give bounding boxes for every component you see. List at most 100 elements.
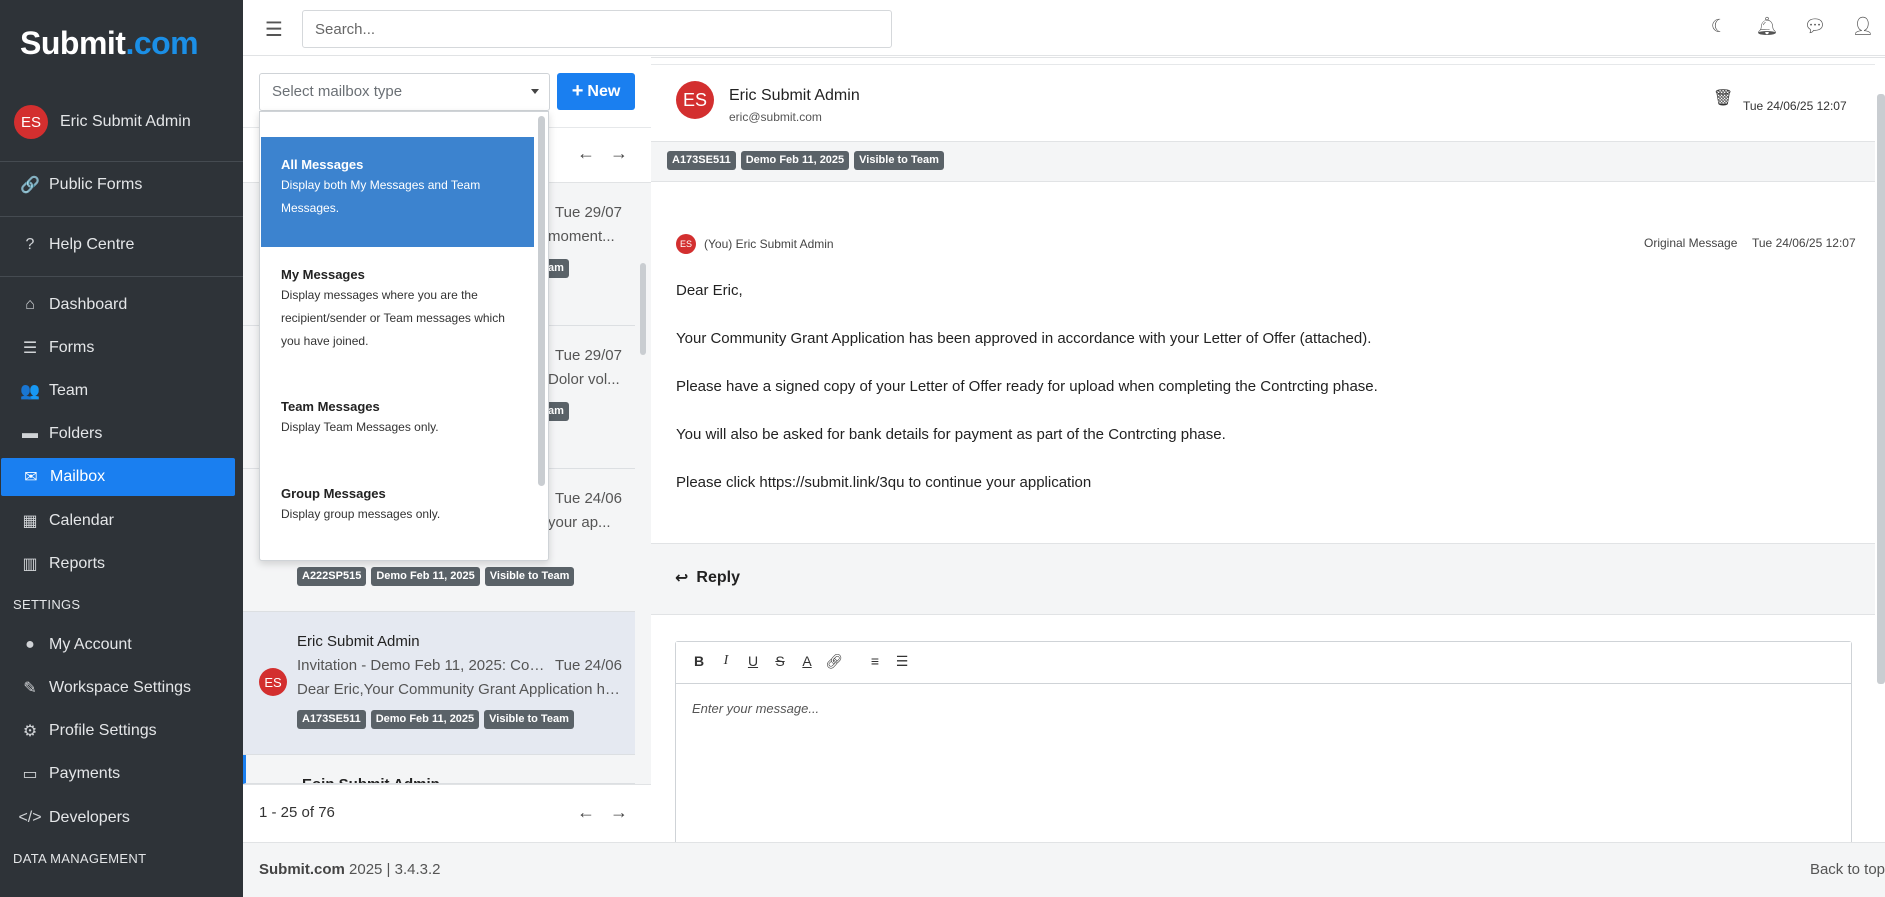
moon-icon[interactable]: ☾ <box>1707 16 1731 37</box>
message-subject: Dolor vol... <box>548 371 620 388</box>
bell-icon[interactable]: 🔔︎ <box>1755 16 1779 37</box>
message-sender: Eoin Submit Admin <box>302 776 440 783</box>
bold-icon[interactable]: B <box>690 653 708 669</box>
link-icon: 🔗 <box>20 177 40 194</box>
tag: Demo Feb 11, 2025 <box>370 710 480 730</box>
sidebar-item-workspace-settings[interactable]: ✎ Workspace Settings <box>0 669 235 707</box>
message-count: 1 - 25 of 76 <box>259 804 335 821</box>
message-subject: your ap... <box>548 514 611 531</box>
reader-header: ES Eric Submit Admin eric@submit.com 🗑︎ … <box>651 64 1875 142</box>
message-date: Tue 24/06/25 12:07 <box>1743 99 1847 113</box>
arrow-left-icon[interactable]: ← <box>577 802 595 823</box>
data-management-heading: DATA MANAGEMENT <box>13 851 147 866</box>
avatar: ES <box>14 105 48 139</box>
chart-icon: ▥ <box>22 556 38 573</box>
tag: Demo Feb 11, 2025 <box>740 151 850 171</box>
reply-editor[interactable]: B I U S A 🔗︎ ≡ ☰ Enter your message... <box>675 641 1852 842</box>
ordered-list-icon[interactable]: ≡ <box>866 653 884 669</box>
brush-icon: ✎ <box>23 680 37 697</box>
tag: Demo Feb 11, 2025 <box>371 567 480 587</box>
chat-icon[interactable]: 💬︎ <box>1803 16 1827 37</box>
link-icon[interactable]: 🔗︎ <box>825 653 843 670</box>
original-message-date: Tue 24/06/25 12:07 <box>1752 236 1856 250</box>
message-date: Tue 24/06 <box>555 490 622 507</box>
brand-logo[interactable]: Submit.com <box>20 25 199 62</box>
trash-icon[interactable]: 🗑︎ <box>1713 88 1733 108</box>
sidebar-item-calendar[interactable]: ▦ Calendar <box>0 502 235 540</box>
back-to-top-link[interactable]: Back to top <box>1810 861 1885 878</box>
reply-icon: ↩ <box>675 570 689 587</box>
reply-button[interactable]: ↩ Reply <box>675 568 740 588</box>
mailbox-type-select[interactable]: Select mailbox type <box>259 73 550 111</box>
list-item[interactable]: Eoin Submit Admin <box>243 755 635 784</box>
tag: Visible to Team <box>484 710 574 730</box>
user-icon[interactable]: 👤︎ <box>1851 16 1875 37</box>
sidebar-item-my-account[interactable]: ● My Account <box>0 626 235 664</box>
caret-down-icon <box>531 89 539 94</box>
text-color-icon[interactable]: A <box>798 653 816 669</box>
tag: A173SE511 <box>297 710 366 730</box>
tag: A222SP515 <box>297 567 367 587</box>
home-icon: ⌂ <box>25 296 35 313</box>
bullet-list-icon[interactable]: ☰ <box>893 653 911 670</box>
divider <box>0 161 243 162</box>
top-bar: ☰ ☾ 🔔︎ 💬︎ 👤︎ <box>243 0 1885 56</box>
sidebar-item-developers[interactable]: </> Developers <box>0 799 235 837</box>
sidebar-item-reports[interactable]: ▥ Reports <box>0 545 235 583</box>
sidebar: Submit.com ES Eric Submit Admin 🔗 Public … <box>0 0 243 897</box>
footer: Submit.com 2025 | 3.4.3.2 Back to top <box>243 842 1885 897</box>
sidebar-item-profile-settings[interactable]: ⚙ Profile Settings <box>0 712 235 750</box>
gear-icon: ⚙ <box>22 723 38 740</box>
arrow-left-icon[interactable]: ← <box>577 143 595 164</box>
user-name: Eric Submit Admin <box>60 113 191 130</box>
underline-icon[interactable]: U <box>744 653 762 669</box>
italic-icon[interactable]: I <box>717 653 735 669</box>
original-message-link[interactable]: Original Message <box>1644 236 1737 250</box>
question-icon: ? <box>25 236 35 253</box>
divider <box>0 276 243 277</box>
sidebar-item-payments[interactable]: ▭ Payments <box>0 755 235 793</box>
sidebar-item-public-forms[interactable]: 🔗 Public Forms <box>0 166 235 204</box>
sidebar-item-team[interactable]: 👥 Team <box>0 372 235 410</box>
reader-tags: A173SE511 Demo Feb 11, 2025 Visible to T… <box>651 142 1875 182</box>
sender-name: Eric Submit Admin <box>729 87 860 104</box>
divider <box>0 216 243 217</box>
message-sender-line: ES (You) Eric Submit Admin <box>676 234 834 254</box>
option-my-messages[interactable]: My Messages Display messages where you a… <box>261 267 534 353</box>
code-icon: </> <box>18 809 42 826</box>
option-group-messages[interactable]: Group Messages Display group messages on… <box>261 486 534 526</box>
avatar: ES <box>259 668 287 696</box>
message-sender: Eric Submit Admin <box>297 633 420 650</box>
top-icons: ☾ 🔔︎ 💬︎ 👤︎ <box>1707 16 1875 37</box>
footer-version: Submit.com 2025 | 3.4.3.2 <box>259 861 441 878</box>
option-all-messages[interactable]: All Messages Display both My Messages an… <box>261 137 534 247</box>
arrow-right-icon[interactable]: → <box>610 802 628 823</box>
plus-icon: + <box>571 80 584 102</box>
sidebar-item-folders[interactable]: ▬ Folders <box>0 415 235 453</box>
message-subject: moment... <box>548 228 615 245</box>
option-team-messages[interactable]: Team Messages Display Team Messages only… <box>261 399 534 439</box>
folder-icon: ▬ <box>22 425 38 442</box>
list-item[interactable]: ES Eric Submit Admin Invitation - Demo F… <box>243 612 635 755</box>
sidebar-item-mailbox[interactable]: ✉ Mailbox <box>1 458 235 496</box>
sidebar-item-forms[interactable]: ☰ Forms <box>0 329 235 367</box>
sidebar-item-dashboard[interactable]: ⌂ Dashboard <box>0 286 235 324</box>
dropdown-scrollbar[interactable] <box>538 116 545 486</box>
strikethrough-icon[interactable]: S <box>771 653 789 669</box>
user-icon: ● <box>25 636 35 653</box>
hamburger-icon[interactable]: ☰ <box>265 17 283 42</box>
list-scrollbar-thumb[interactable] <box>640 263 646 355</box>
editor-placeholder: Enter your message... <box>692 701 820 716</box>
sender-email: eric@submit.com <box>729 110 822 124</box>
mailbox-type-dropdown: All Messages Display both My Messages an… <box>259 111 549 561</box>
reader-scrollbar[interactable] <box>1877 94 1885 684</box>
sidebar-user[interactable]: ES Eric Submit Admin <box>14 105 191 139</box>
search-input[interactable] <box>302 10 892 48</box>
envelope-icon: ✉ <box>24 469 38 486</box>
sidebar-item-help-centre[interactable]: ? Help Centre <box>0 226 235 264</box>
editor-toolbar: B I U S A 🔗︎ ≡ ☰ <box>676 642 1851 684</box>
message-tags: A173SE511 Demo Feb 11, 2025 Visible to T… <box>297 710 574 730</box>
list-pager-bottom: 1 - 25 of 76 ← → <box>243 784 651 842</box>
arrow-right-icon[interactable]: → <box>610 143 628 164</box>
new-message-button[interactable]: + New <box>557 73 635 110</box>
